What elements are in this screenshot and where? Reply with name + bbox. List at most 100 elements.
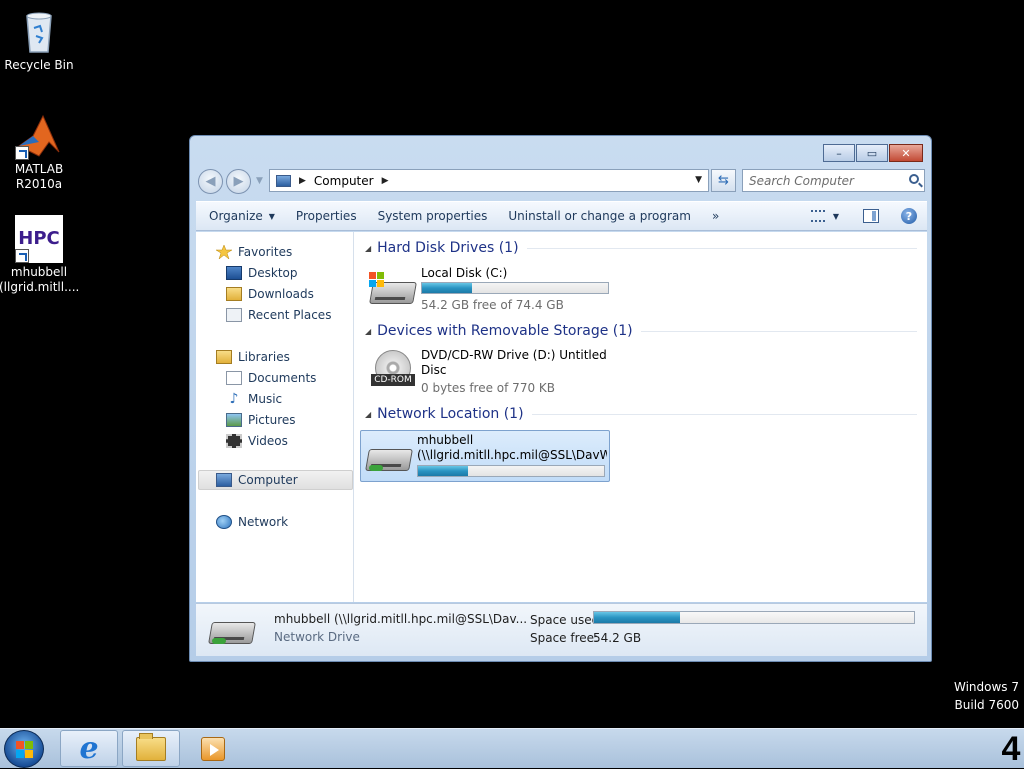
taskbar: e 4 xyxy=(0,728,1024,768)
navigation-pane: Favorites Desktop Downloads Recent Place… xyxy=(196,232,354,602)
dropdown-arrow-icon: ▼ xyxy=(268,211,275,221)
organize-menu[interactable]: Organize ▼ xyxy=(201,209,283,223)
nav-favorites-label: Favorites xyxy=(238,245,293,259)
details-pane: mhubbell (\\llgrid.mitll.hpc.mil@SSL\Dav… xyxy=(196,603,927,656)
collapse-triangle-icon[interactable]: ◢ xyxy=(365,327,371,336)
drive-usage-fill xyxy=(418,466,469,476)
star-icon xyxy=(215,244,233,260)
collapse-triangle-icon[interactable]: ◢ xyxy=(365,244,371,253)
system-properties-button[interactable]: System properties xyxy=(370,209,496,223)
group-label: Network Location (1) xyxy=(377,406,524,422)
drive-name: Local Disk (C:) xyxy=(421,266,508,280)
drive-local-disk-c[interactable]: Local Disk (C:) 54.2 GB free of 74.4 GB xyxy=(365,264,613,314)
drive-network-mhubbell[interactable]: mhubbell (\\llgrid.mitll.hpc.mil@SSL\Dav… xyxy=(360,430,610,482)
cd-rom-badge: CD-ROM xyxy=(371,374,415,386)
search-input[interactable]: Search Computer xyxy=(742,169,925,192)
preview-pane-icon[interactable] xyxy=(863,209,879,223)
maximize-button[interactable]: ▭ xyxy=(856,144,888,162)
space-used-bar xyxy=(593,611,915,624)
recycle-bin-label: Recycle Bin xyxy=(4,58,74,72)
nav-documents[interactable]: Documents xyxy=(226,368,316,388)
network-cable-icon xyxy=(212,638,226,644)
group-header-removable-storage[interactable]: ◢ Devices with Removable Storage (1) xyxy=(365,323,917,339)
drive-name: mhubbell (\\llgrid.mitll.hpc.mil@SSL\Dav… xyxy=(417,433,607,463)
drive-dvd-d[interactable]: CD-ROM DVD/CD-RW Drive (D:) Untitled Dis… xyxy=(365,346,613,402)
address-history-dropdown-icon[interactable]: ▼ xyxy=(695,175,702,185)
internet-explorer-icon: e xyxy=(79,731,99,766)
nav-desktop-label: Desktop xyxy=(248,266,298,280)
windows-logo-icon xyxy=(16,741,24,749)
nav-network[interactable]: Network xyxy=(216,512,288,532)
windows-logo-icon xyxy=(25,741,33,749)
properties-button[interactable]: Properties xyxy=(288,209,365,223)
breadcrumb-chevron-icon[interactable]: ▶ xyxy=(382,176,389,186)
drive-usage-bar xyxy=(417,465,605,477)
network-drive-icon xyxy=(365,439,413,473)
music-note-icon: ♪ xyxy=(229,391,239,407)
nav-recent-places-label: Recent Places xyxy=(248,308,332,322)
shortcut-arrow-icon xyxy=(15,249,29,263)
minimize-button[interactable]: – xyxy=(823,144,855,162)
view-dropdown-icon[interactable]: ▼ xyxy=(833,212,839,221)
nav-pictures[interactable]: Pictures xyxy=(226,410,296,430)
nav-favorites[interactable]: Favorites xyxy=(215,242,293,262)
group-header-hard-disk-drives[interactable]: ◢ Hard Disk Drives (1) xyxy=(365,240,917,256)
help-icon[interactable]: ? xyxy=(901,208,917,224)
nav-documents-label: Documents xyxy=(248,371,317,385)
breadcrumb-computer[interactable]: Computer xyxy=(314,174,374,188)
space-used-fill xyxy=(594,612,681,623)
recycle-bin-shortcut[interactable]: Recycle Bin xyxy=(0,8,79,73)
drive-usage-bar xyxy=(421,282,609,294)
pictures-icon xyxy=(226,413,242,427)
caption-buttons: – ▭ ✕ xyxy=(823,144,923,162)
nav-libraries[interactable]: Libraries xyxy=(216,347,290,367)
back-button[interactable]: ◀ xyxy=(198,169,223,194)
refresh-button[interactable]: ⇆ xyxy=(711,169,736,192)
matlab-icon xyxy=(15,112,63,160)
windows-build-watermark: Windows 7 Build 7600 xyxy=(954,678,1019,714)
taskbar-windows-explorer[interactable] xyxy=(122,730,180,767)
address-bar[interactable]: ▶ Computer ▶ ▼ xyxy=(269,169,709,192)
group-header-network-location[interactable]: ◢ Network Location (1) xyxy=(365,406,917,422)
nav-downloads-label: Downloads xyxy=(248,287,314,301)
start-button[interactable] xyxy=(4,730,44,768)
nav-music[interactable]: ♪ Music xyxy=(226,389,283,409)
network-globe-icon xyxy=(216,515,232,529)
nav-computer[interactable]: Computer xyxy=(216,470,298,490)
network-drive-name-line1: mhubbell xyxy=(417,433,474,447)
space-free-label: Space free: xyxy=(530,631,599,645)
nav-videos[interactable]: Videos xyxy=(226,431,288,451)
search-icon[interactable] xyxy=(909,174,919,184)
details-subtitle: Network Drive xyxy=(274,630,360,644)
drive-free-space: 0 bytes free of 770 KB xyxy=(421,381,555,395)
folder-icon xyxy=(136,732,166,761)
recycle-bin-icon xyxy=(15,8,63,56)
details-title: mhubbell (\\llgrid.mitll.hpc.mil@SSL\Dav… xyxy=(274,612,528,626)
media-player-icon xyxy=(201,736,225,761)
uninstall-program-button[interactable]: Uninstall or change a program xyxy=(500,209,699,223)
tray-text[interactable]: 4 xyxy=(998,729,1024,769)
watermark-line1: Windows 7 xyxy=(953,680,1019,694)
navigation-bar: ◀ ▶ ▼ ▶ Computer ▶ ▼ ⇆ Search Computer xyxy=(198,168,925,194)
forward-button[interactable]: ▶ xyxy=(226,169,251,194)
desktop-icon xyxy=(226,266,242,280)
mhubbell-network-shortcut[interactable]: HPC mhubbell (llgrid.mitll.... xyxy=(0,215,79,295)
group-label: Devices with Removable Storage (1) xyxy=(377,323,633,339)
nav-downloads[interactable]: Downloads xyxy=(226,284,314,304)
network-cable-icon xyxy=(369,465,383,471)
change-view-icon[interactable] xyxy=(810,210,825,222)
matlab-shortcut[interactable]: MATLAB R2010a xyxy=(0,112,79,192)
nav-desktop[interactable]: Desktop xyxy=(226,263,298,283)
nav-network-label: Network xyxy=(238,515,289,529)
collapse-triangle-icon[interactable]: ◢ xyxy=(365,410,371,419)
recent-places-icon xyxy=(226,308,242,322)
more-commands-button[interactable]: » xyxy=(704,209,727,223)
drive-name: DVD/CD-RW Drive (D:) Untitled Disc xyxy=(421,348,607,377)
close-button[interactable]: ✕ xyxy=(889,144,923,162)
taskbar-media-player[interactable] xyxy=(184,730,242,767)
windows-logo-icon xyxy=(369,272,385,288)
recent-pages-dropdown-icon[interactable]: ▼ xyxy=(256,176,263,186)
taskbar-internet-explorer[interactable]: e xyxy=(60,730,118,767)
breadcrumb-separator-icon[interactable]: ▶ xyxy=(299,176,306,186)
nav-recent-places[interactable]: Recent Places xyxy=(226,305,331,325)
